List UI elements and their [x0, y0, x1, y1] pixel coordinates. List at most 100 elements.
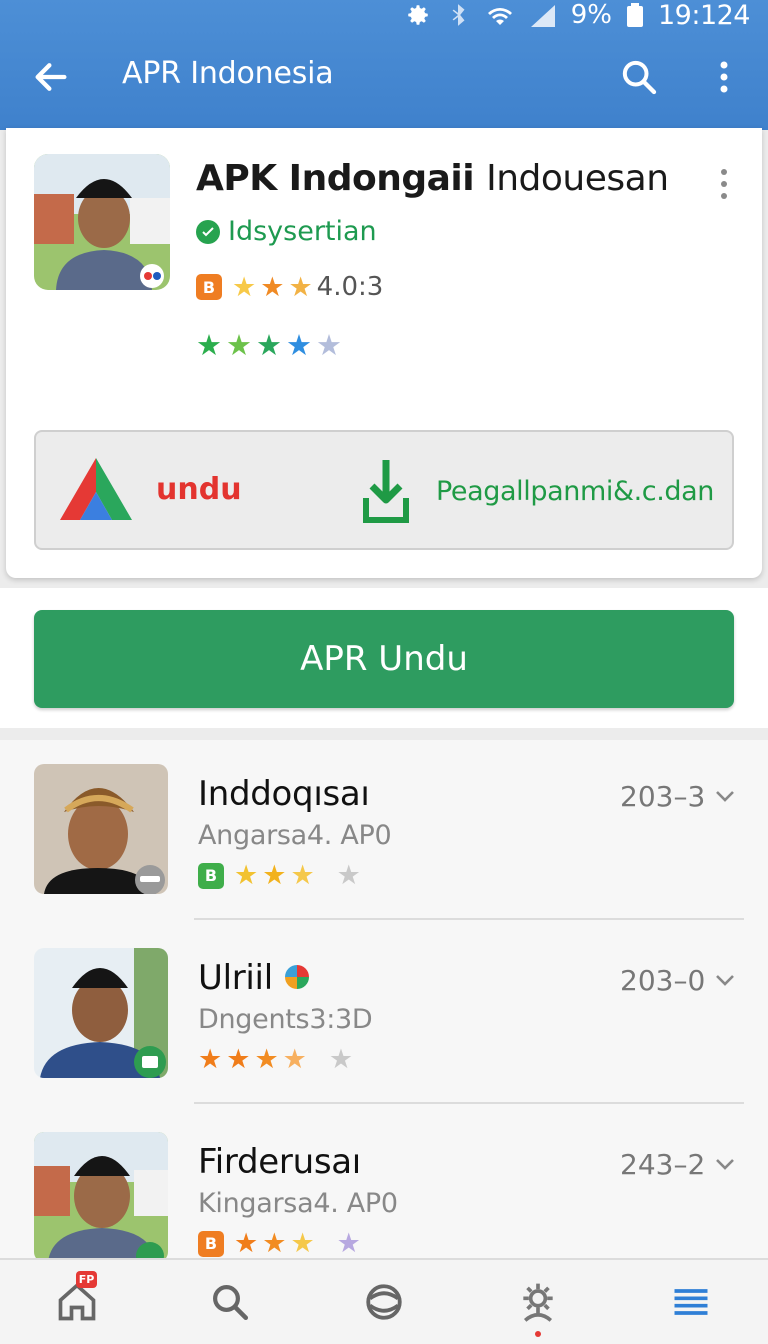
clock: 19:124 [658, 0, 751, 31]
content-rating-icon: B [198, 862, 224, 889]
star-icon: ★ [316, 328, 342, 362]
star-icon: ★ [196, 328, 222, 362]
divider [194, 1102, 744, 1104]
app-list: Inddoqısaı Angarsa4. AP0 B ★ ★ ★ ★ 203–3 [0, 740, 768, 1262]
chevron-down-icon [716, 974, 735, 986]
list-item-rating: B ★ ★ ★ ★ [198, 1230, 361, 1257]
list-item-subtitle: Dngents3:3D [198, 1004, 373, 1035]
bottom-navigation: FP [0, 1258, 768, 1344]
more-vert-icon [720, 61, 728, 93]
list-item-version: 203–3 [620, 780, 706, 813]
download-options-box: undu Peagallpanmi&.c.dan [34, 430, 734, 550]
list-item-name-text: Ulriil [198, 958, 273, 998]
globe-icon [366, 1284, 402, 1320]
app-thumbnail[interactable] [34, 154, 170, 290]
nav-explore[interactable] [349, 1267, 419, 1337]
list-item-name: Firderusaı [198, 1142, 361, 1182]
star-icon: ★ [226, 1044, 251, 1075]
developer-row[interactable]: Idsysertian [196, 216, 377, 247]
list-item-rating: ★ ★ ★ ★ ★ [198, 1046, 353, 1073]
page-title: APR Indonesia [122, 56, 334, 91]
nav-home[interactable]: FP [42, 1267, 112, 1337]
app-logo-icon [60, 458, 132, 520]
chevron-down-icon [716, 790, 735, 802]
star-half-icon: ★ [282, 1044, 307, 1075]
list-item[interactable]: Inddoqısaı Angarsa4. AP0 B ★ ★ ★ ★ 203–3 [0, 740, 768, 920]
settings-status-icon [405, 2, 431, 28]
app-name-light: Indouesan [486, 158, 669, 199]
list-item-name: Ulriil [198, 958, 311, 998]
nav-search[interactable] [195, 1267, 265, 1337]
verified-icon [196, 219, 220, 244]
card-more-button[interactable] [706, 162, 742, 206]
multicolor-badge-icon [285, 965, 310, 989]
notification-badge: FP [75, 1271, 98, 1288]
nav-settings[interactable] [503, 1267, 573, 1337]
star-icon: ★ [232, 271, 257, 303]
star-empty-icon: ★ [336, 860, 361, 891]
star-icon: ★ [262, 1228, 287, 1259]
primary-action-section: APR Undu [0, 588, 768, 728]
search-button[interactable] [614, 52, 664, 102]
download-icon [363, 460, 409, 523]
download-left-label: undu [156, 471, 242, 507]
toolbar: APR Indonesia [0, 44, 768, 110]
gear-icon [522, 1283, 553, 1322]
star-empty-icon: ★ [328, 1044, 354, 1075]
app-name-bold: APK Indongaii [196, 158, 475, 199]
list-item-subtitle: Angarsa4. AP0 [198, 820, 392, 851]
active-dot [534, 1331, 541, 1337]
overflow-menu-button[interactable] [704, 52, 744, 102]
star-half-icon: ★ [290, 1228, 315, 1259]
download-right-label: Peagallpanmi&.c.dan [436, 475, 715, 507]
content-rating-icon: B [196, 274, 222, 300]
battery-icon [626, 2, 644, 28]
arrow-back-icon [35, 63, 67, 91]
list-item-version: 203–0 [620, 964, 706, 997]
list-item-meta[interactable]: 203–3 [620, 780, 735, 813]
list-item-thumbnail [34, 1132, 168, 1262]
more-vert-icon [721, 169, 727, 199]
star-empty-icon: ★ [336, 1228, 361, 1259]
star-icon: ★ [256, 328, 282, 362]
app-detail-card: APK Indongaii Indouesan Idsysertian B ★ … [6, 128, 762, 578]
chevron-down-icon [716, 1158, 735, 1170]
wifi-icon [485, 2, 515, 28]
color-star-rating: ★ ★ ★ ★ ★ [196, 328, 342, 362]
star-icon: ★ [234, 1228, 259, 1259]
list-item-meta[interactable]: 243–2 [620, 1148, 735, 1181]
menu-icon [674, 1289, 708, 1315]
star-half-icon: ★ [288, 271, 313, 303]
search-icon [213, 1285, 249, 1321]
star-icon: ★ [226, 328, 252, 362]
list-item-version: 243–2 [620, 1148, 706, 1181]
developer-name: Idsysertian [228, 216, 377, 247]
app-bar: 9% 19:124 APR Indonesia [0, 0, 768, 130]
list-item-meta[interactable]: 203–0 [620, 964, 735, 997]
app-name: APK Indongaii Indouesan [196, 158, 669, 199]
bluetooth-icon [445, 2, 471, 28]
download-option-left[interactable]: undu [58, 456, 242, 522]
divider [194, 918, 744, 920]
list-item-subtitle: Kingarsa4. AP0 [198, 1188, 398, 1219]
star-icon: ★ [198, 1044, 223, 1075]
star-half-icon: ★ [290, 860, 315, 891]
nav-menu[interactable] [656, 1267, 726, 1337]
battery-percent: 9% [570, 0, 612, 30]
list-item-thumbnail [34, 948, 168, 1078]
star-icon: ★ [260, 271, 285, 303]
primary-download-button[interactable]: APR Undu [34, 610, 734, 708]
download-option-right[interactable]: Peagallpanmi&.c.dan [362, 458, 714, 524]
status-bar: 9% 19:124 [405, 0, 751, 31]
star-icon: ★ [262, 860, 287, 891]
star-icon: ★ [286, 328, 312, 362]
content-rating-icon: B [198, 1230, 224, 1257]
star-icon: ★ [254, 1044, 279, 1075]
back-button[interactable] [26, 52, 76, 102]
list-item-rating: B ★ ★ ★ ★ [198, 862, 361, 889]
rating-value: 4.0:3 [316, 272, 384, 302]
list-item[interactable]: Ulriil Dngents3:3D ★ ★ ★ ★ ★ 203–0 [0, 924, 768, 1104]
list-item-thumbnail [34, 764, 168, 894]
signal-icon [529, 2, 557, 28]
search-icon [622, 60, 657, 95]
